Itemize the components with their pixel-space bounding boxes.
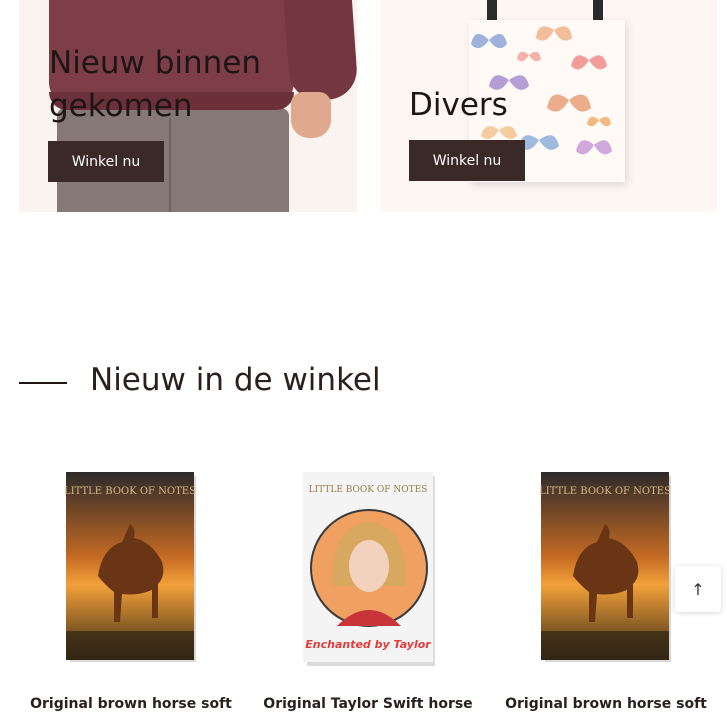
- scroll-to-top-button[interactable]: ↑: [675, 566, 721, 612]
- product-card[interactable]: LITTLE BOOK OF NOTES Enchanted by Taylor…: [253, 456, 483, 716]
- promo-new-arrivals: Nieuw binnen gekomen Winkel nu: [19, 0, 357, 212]
- shop-now-button[interactable]: Winkel nu: [409, 140, 525, 181]
- cover-caption: Enchanted by Taylor: [305, 638, 431, 651]
- section-divider: [19, 382, 67, 384]
- product-name[interactable]: Original Taylor Swift horse: [253, 696, 483, 712]
- product-name[interactable]: Original brown horse soft: [16, 696, 246, 712]
- product-card[interactable]: LITTLE BOOK OF NOTES Original brown hors…: [16, 456, 246, 716]
- shop-now-button[interactable]: Winkel nu: [48, 141, 164, 182]
- cover-text: LITTLE BOOK OF NOTES: [539, 486, 671, 497]
- horse-notebook-image[interactable]: LITTLE BOOK OF NOTES: [16, 456, 246, 676]
- cover-text: LITTLE BOOK OF NOTES: [64, 486, 196, 497]
- section-title: Nieuw in de winkel: [90, 362, 381, 398]
- taylor-notebook-image[interactable]: LITTLE BOOK OF NOTES Enchanted by Taylor: [253, 456, 483, 676]
- promo-misc: Divers Winkel nu: [381, 0, 717, 212]
- product-name[interactable]: Original brown horse soft: [491, 696, 721, 712]
- promo-title: Nieuw binnen gekomen: [49, 45, 262, 124]
- pants-seam: [169, 118, 171, 212]
- cover-text: LITTLE BOOK OF NOTES: [309, 485, 428, 495]
- promo-title: Divers: [409, 87, 508, 123]
